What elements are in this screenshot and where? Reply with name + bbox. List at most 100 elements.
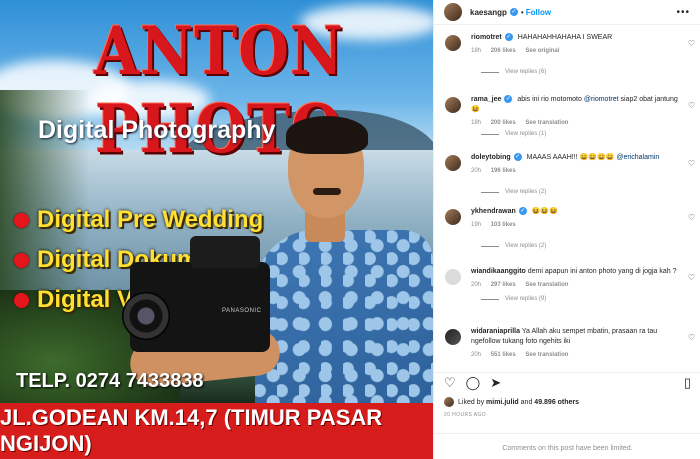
bookmark-icon[interactable]: ▯ [684,375,691,391]
service-item: Digital Pre Wedding [14,200,263,240]
comment-text: abis ini rio motomoto [517,96,584,103]
avatar[interactable] [445,97,461,113]
heart-icon[interactable]: ♡ [688,273,695,282]
likes-count[interactable]: 49.896 others [534,399,579,406]
heart-icon[interactable]: ♡ [688,159,695,168]
verified-icon: ✓ [518,207,527,216]
likes-join: and [520,398,533,406]
comment: widaraniaprilla Ya Allah aku sempet mbat… [434,327,700,367]
avatar[interactable] [445,269,461,285]
see-translation-link[interactable]: See translation [525,282,568,288]
batik-shirt [255,230,433,420]
comment-time: 18h [471,48,482,54]
avatar[interactable] [445,155,461,171]
likes-prefix: Liked by [458,398,485,406]
comment: riomotret ✓ HAHAHAHHAHAHA I SWEAR 18h 206… [434,33,700,89]
liked-by-user[interactable]: mimi.julid [486,399,519,406]
heart-icon[interactable]: ♡ [688,213,695,222]
comment-text: HAHAHAHHAHAHA I SWEAR [517,34,613,41]
author-username[interactable]: kaesangp [470,8,507,17]
heart-icon[interactable]: ♡ [688,101,695,110]
share-icon[interactable]: ➤ [490,375,501,391]
comment-body: wiandikaanggito demi apapun ini anton ph… [471,267,681,290]
comment-username[interactable]: ykhendrawan [471,208,516,215]
view-replies[interactable]: View replies (2) [481,189,700,195]
view-replies[interactable]: View replies (6) [481,69,700,75]
camera-brand: PANASONIC [222,308,262,314]
bullet-icon [14,252,29,268]
comment-username[interactable]: rama_jee [471,96,501,103]
mustache [313,188,341,195]
heart-icon[interactable]: ♡ [688,333,695,342]
mention-link[interactable]: @erichalamin [616,154,659,161]
divider [481,298,499,300]
comment-text: demi apapun ini anton photo yang di jogj… [527,268,677,275]
phone-number: TELP. 0274 7433838 [16,370,204,392]
bullet-icon [14,212,29,228]
view-replies[interactable]: View replies (2) [481,243,700,249]
avatar[interactable] [444,397,454,407]
divider [481,71,499,73]
divider [481,133,499,135]
see-translation-link[interactable]: See translation [525,352,568,358]
heart-icon[interactable]: ♡ [688,39,695,48]
view-replies[interactable]: View replies (1) [481,131,700,137]
comment-time: 18h [471,120,482,126]
follow-button[interactable]: Follow [526,8,551,17]
post-sidebar: kaesangp ✓ • Follow ••• riomotret ✓ HAHAH… [433,0,700,459]
hair [286,116,368,154]
address-bar: JL.GODEAN KM.14,7 (TIMUR PASAR NGIJON) [0,403,433,459]
comment-text: 😆😆😆 [531,208,558,215]
see-original-link[interactable]: See original [525,48,559,54]
comment-body: riomotret ✓ HAHAHAHHAHAHA I SWEAR 18h 206… [471,33,681,56]
comment-time: 20h [471,282,482,288]
comments-list: riomotret ✓ HAHAHAHHAHAHA I SWEAR 18h 206… [434,33,700,368]
comment-likes[interactable]: 200 likes [491,120,516,126]
comment-meta: 20h 196 likes [471,166,681,176]
avatar[interactable] [445,35,461,51]
comment-username[interactable]: doleytobing [471,154,511,161]
comment-meta: 20h 551 likes See translation [471,350,681,360]
comment-username[interactable]: riomotret [471,34,502,41]
avatar[interactable] [445,329,461,345]
view-replies[interactable]: View replies (9) [481,296,700,302]
service-label: Digital Pre Wedding [37,206,264,233]
view-replies-label: View replies (1) [505,131,547,137]
divider [481,245,499,247]
comments-limited-notice: Comments on this post have been limited. [434,433,700,452]
comment-username[interactable]: wiandikaanggito [471,268,526,275]
comment-likes[interactable]: 196 likes [491,168,516,174]
like-heart-icon[interactable]: ♡ [444,375,456,391]
post-image[interactable]: ANTON PHOTO Digital Photography Digital … [0,0,433,459]
avatar[interactable] [445,209,461,225]
camera-lens [122,292,170,340]
comment-time: 19h [471,222,482,228]
verified-icon: ✓ [504,95,513,104]
comment-icon[interactable]: ◯ [466,375,481,391]
comment-time: 20h [471,352,482,358]
comment-body: widaraniaprilla Ya Allah aku sempet mbat… [471,327,681,360]
verified-icon: ✓ [509,8,518,16]
comment: ykhendrawan ✓ 😆😆😆 19h 103 likes ♡ View re… [434,207,700,263]
comment-time: 20h [471,168,482,174]
see-translation-link[interactable]: See translation [525,120,568,126]
comment-likes[interactable]: 297 likes [491,282,516,288]
comment-likes[interactable]: 206 likes [491,48,516,54]
comment-text: MAAAS AAAH!!! 😄😄😄😄 [526,154,617,161]
comment-meta: 20h 297 likes See translation [471,280,681,290]
comment-likes[interactable]: 103 likes [491,222,516,228]
post-header: kaesangp ✓ • Follow ••• [434,0,700,25]
post-actions: ♡ ◯ ➤ ▯ [434,372,700,392]
comment-likes[interactable]: 551 likes [491,352,516,358]
comment-username[interactable]: widaraniaprilla [471,328,520,335]
post-timestamp: 20 HOURS AGO [444,412,487,418]
comment: doleytobing ✓ MAAAS AAAH!!! 😄😄😄😄 @erichal… [434,153,700,207]
separator: • [520,7,524,17]
comment-body: rama_jee ✓ abis ini rio motomoto @riomotr… [471,95,681,128]
avatar[interactable] [444,3,462,21]
comment-body: ykhendrawan ✓ 😆😆😆 19h 103 likes [471,207,681,230]
comment: wiandikaanggito demi apapun ini anton ph… [434,267,700,327]
mention-link[interactable]: @riomotret [584,96,619,103]
comment-meta: 19h 103 likes [471,220,681,230]
more-icon[interactable]: ••• [676,7,690,18]
